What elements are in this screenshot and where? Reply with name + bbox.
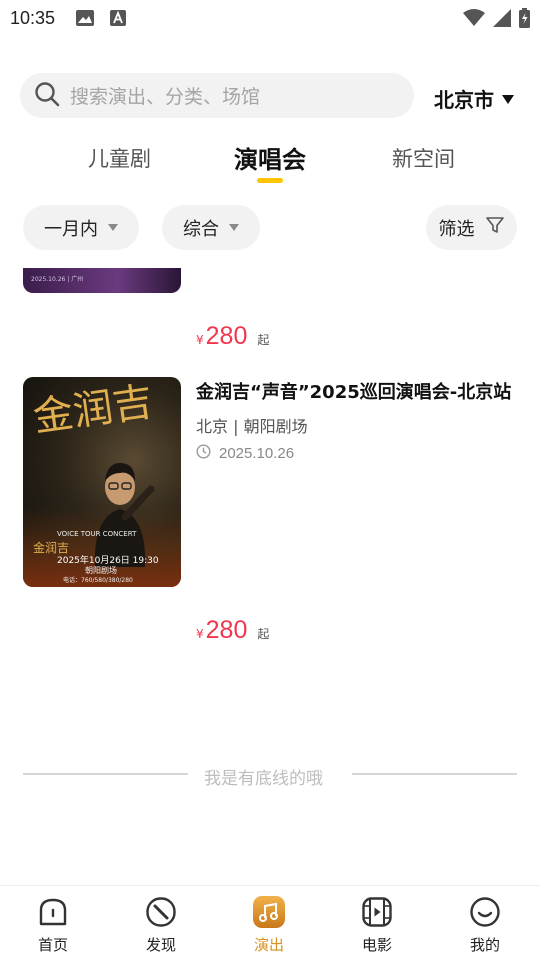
- sort-dropdown[interactable]: 综合: [162, 205, 260, 250]
- price-value: 280: [205, 322, 248, 350]
- wifi-icon: [463, 9, 485, 31]
- search-icon: [34, 81, 60, 111]
- search-bar[interactable]: 搜索演出、分类、场馆: [20, 73, 414, 118]
- poster-phone: 电话：760/580/380/280: [63, 577, 133, 584]
- event-poster-partial[interactable]: 2025.10.26 | 广州: [23, 268, 181, 293]
- nav-discover[interactable]: 发现: [131, 896, 191, 955]
- nav-mine-label: 我的: [469, 936, 500, 954]
- nav-shows-label: 演出: [253, 936, 284, 954]
- status-bar: 10:35: [0, 0, 540, 36]
- bottom-navigation: 首页 发现 演出 电影 我的: [0, 885, 540, 960]
- event-price: ¥ 280 起: [196, 616, 269, 645]
- price-currency: ¥: [196, 333, 204, 347]
- a-letter-icon: [110, 10, 126, 30]
- time-filter-label: 一月内: [44, 218, 98, 240]
- tab-children-drama[interactable]: 儿童剧: [88, 143, 151, 173]
- event-venue: 北京 | 朝阳剧场: [196, 417, 308, 436]
- city-selector[interactable]: 北京市: [434, 84, 514, 113]
- nav-discover-label: 发现: [145, 936, 176, 954]
- poster-tour-text: VOICE TOUR CONCERT: [57, 530, 137, 538]
- music-note-icon: [253, 896, 285, 932]
- price-suffix: 起: [257, 627, 270, 641]
- cell-signal-icon: [493, 9, 511, 31]
- caret-down-icon: [108, 224, 118, 231]
- film-icon: [361, 896, 393, 932]
- caret-down-icon: [229, 224, 239, 231]
- poster-calligraphy: 金润吉: [30, 378, 156, 442]
- tab-indicator: [257, 178, 283, 183]
- nav-home-label: 首页: [37, 936, 68, 954]
- divider-left: [23, 773, 188, 775]
- filter-label: 筛选: [438, 218, 475, 240]
- battery-icon: [519, 8, 530, 32]
- smile-icon: [469, 896, 501, 932]
- sort-label: 综合: [183, 218, 219, 240]
- event-date: 2025.10.26: [219, 445, 295, 462]
- event-date-row: 2025.10.26: [196, 444, 294, 463]
- tab-new-space[interactable]: 新空间: [392, 143, 455, 173]
- compass-icon: [145, 896, 177, 932]
- divider-right: [352, 773, 517, 775]
- price-suffix: 起: [257, 333, 270, 347]
- nav-shows[interactable]: 演出: [239, 896, 299, 955]
- end-of-list-text: 我是有底线的哦: [204, 769, 323, 789]
- nav-movie-label: 电影: [361, 936, 392, 954]
- search-input[interactable]: 搜索演出、分类、场馆: [70, 82, 260, 109]
- clock-icon: [196, 444, 211, 463]
- city-name: 北京市: [434, 88, 494, 112]
- event-title[interactable]: 金润吉“声音”2025巡回演唱会-北京站: [196, 378, 511, 404]
- status-time: 10:35: [10, 8, 56, 28]
- time-filter-dropdown[interactable]: 一月内: [23, 205, 139, 250]
- performer-image: [94, 463, 155, 567]
- nav-movie[interactable]: 电影: [347, 896, 407, 955]
- image-icon: [76, 10, 94, 30]
- nav-mine[interactable]: 我的: [455, 896, 515, 955]
- price-currency: ¥: [196, 627, 204, 641]
- triangle-down-icon: [502, 89, 514, 108]
- filter-button[interactable]: 筛选: [426, 205, 517, 250]
- event-poster[interactable]: 金润吉 VOICE TOUR CONCERT 金润吉 2025年10月26日 1…: [23, 377, 181, 587]
- event-price: ¥ 280 起: [196, 322, 269, 351]
- home-icon: [37, 896, 69, 932]
- funnel-icon: [485, 215, 505, 240]
- poster-partial-text: 2025.10.26 | 广州: [31, 276, 84, 283]
- price-value: 280: [205, 616, 248, 644]
- tab-concert[interactable]: 演唱会: [234, 140, 306, 175]
- nav-home[interactable]: 首页: [23, 896, 83, 955]
